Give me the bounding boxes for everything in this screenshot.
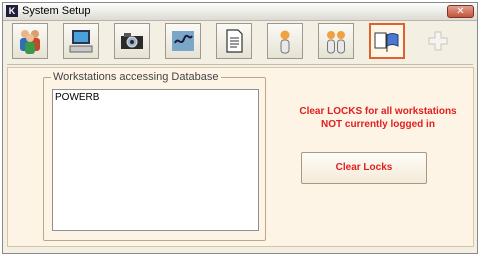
list-item[interactable]: POWERB [55,92,99,104]
users-group-icon [20,30,40,54]
workstations-group-title: Workstations accessing Database [51,71,221,84]
title-bar: K System Setup ✕ [3,3,477,21]
toolbar-divider [7,64,473,65]
add-icon [428,31,448,51]
two-people-icon [327,31,345,54]
close-button[interactable]: ✕ [447,5,474,18]
flags-icon [374,32,399,52]
toolbar-locks-button[interactable] [369,23,405,59]
workstations-listbox[interactable]: POWERB [52,89,259,231]
toolbar-add-button [420,23,456,59]
toolbar-users-button[interactable] [12,23,48,59]
signature-icon [172,31,194,51]
window-title: System Setup [22,5,91,17]
system-setup-window: K System Setup ✕ Workstations accessing … [2,2,478,254]
toolbar-workstation-button[interactable] [63,23,99,59]
clear-locks-message: Clear LOCKS for all workstations NOT cur… [283,105,473,131]
computer-icon [69,30,93,53]
toolbar-user-button[interactable] [267,23,303,59]
workstations-group: Workstations accessing Database POWERB [43,71,266,241]
camera-icon [121,33,143,49]
person-icon [280,30,290,54]
locks-panel: Workstations accessing Database POWERB C… [7,67,474,247]
toolbar-signature-button[interactable] [165,23,201,59]
document-icon [226,29,243,53]
toolbar-users-pair-button[interactable] [318,23,354,59]
clear-locks-button[interactable]: Clear Locks [301,152,427,184]
message-line-2: NOT currently logged in [321,119,435,130]
message-line-1: Clear LOCKS for all workstations [299,106,457,117]
toolbar [4,22,476,62]
toolbar-camera-button[interactable] [114,23,150,59]
app-logo-icon: K [6,5,18,17]
toolbar-document-button[interactable] [216,23,252,59]
